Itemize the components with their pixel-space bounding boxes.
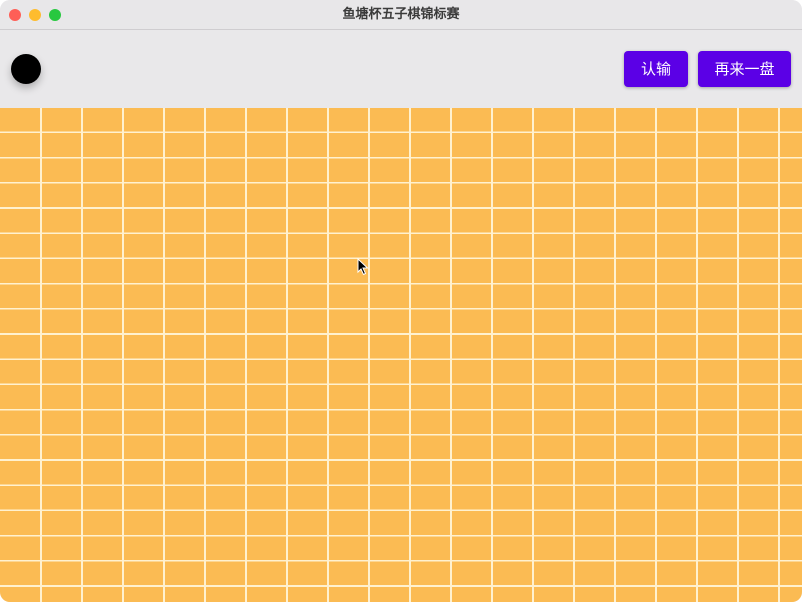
mouse-cursor-icon bbox=[357, 258, 369, 276]
current-player-stone-icon bbox=[11, 54, 41, 84]
resign-button[interactable]: 认输 bbox=[624, 51, 688, 87]
app-window: 鱼塘杯五子棋锦标赛 认输 再来一盘 bbox=[0, 0, 802, 602]
window-title: 鱼塘杯五子棋锦标赛 bbox=[342, 7, 460, 22]
toolbar: 认输 再来一盘 bbox=[0, 30, 802, 108]
restart-button[interactable]: 再来一盘 bbox=[698, 51, 791, 87]
gomoku-board[interactable] bbox=[0, 108, 802, 602]
title-bar: 鱼塘杯五子棋锦标赛 bbox=[0, 0, 802, 30]
